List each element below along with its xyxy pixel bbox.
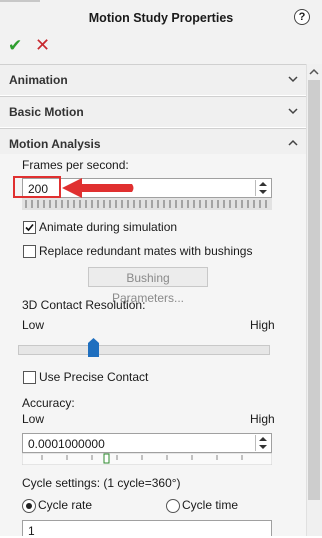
- bushing-parameters-button[interactable]: Bushing Parameters...: [88, 267, 208, 305]
- highlight-box: [13, 176, 61, 198]
- spinner-icon[interactable]: [255, 435, 270, 451]
- chevron-up-icon: [288, 139, 298, 146]
- cycle-time-label: Cycle time: [182, 498, 239, 512]
- checkmark-icon[interactable]: ✔: [8, 36, 22, 56]
- replace-mates-label: Replace redundant mates with bushings: [39, 244, 253, 258]
- section-animation-label: Animation: [9, 73, 68, 87]
- cycle-settings-label: Cycle settings: (1 cycle=360°): [22, 476, 181, 490]
- checkmark-icon: [25, 223, 34, 232]
- cycle-time-radio[interactable]: [166, 499, 180, 513]
- animate-label: Animate during simulation: [39, 220, 178, 234]
- section-animation[interactable]: Animation: [0, 64, 306, 95]
- replace-mates-checkbox[interactable]: [23, 245, 36, 258]
- section-basic-motion-label: Basic Motion: [9, 105, 84, 119]
- panel-title-bar: Motion Study Properties: [0, 0, 322, 36]
- animate-checkbox[interactable]: [23, 221, 36, 234]
- x-icon[interactable]: ✕: [35, 35, 50, 56]
- cycle-value-input[interactable]: 1: [22, 520, 272, 538]
- section-basic-motion[interactable]: Basic Motion: [0, 96, 306, 127]
- accuracy-high-label: High: [250, 412, 275, 426]
- section-motion-analysis-label: Motion Analysis: [9, 137, 101, 151]
- precise-contact-label: Use Precise Contact: [39, 370, 149, 384]
- precise-contact-checkbox[interactable]: [23, 371, 36, 384]
- accuracy-ruler: [22, 453, 272, 465]
- cycle-rate-radio[interactable]: [22, 499, 36, 513]
- fps-label: Frames per second:: [22, 158, 129, 172]
- chevron-down-icon: [288, 76, 298, 83]
- accuracy-input[interactable]: 0.0001000000: [22, 433, 272, 453]
- scroll-up-arrow-icon[interactable]: [306, 64, 322, 80]
- slider-thumb[interactable]: [87, 338, 100, 358]
- contact-resolution-slider[interactable]: [18, 345, 270, 355]
- red-arrow-icon: [62, 178, 134, 198]
- accuracy-low-label: Low: [22, 412, 45, 426]
- tab-indicator: [0, 0, 40, 2]
- spinner-icon[interactable]: [255, 180, 270, 196]
- help-icon[interactable]: ?: [294, 9, 310, 25]
- chevron-down-icon: [288, 108, 298, 115]
- contact-high-label: High: [250, 318, 275, 332]
- panel-title: Motion Study Properties: [88, 11, 234, 25]
- contact-low-label: Low: [22, 318, 45, 332]
- cycle-rate-label: Cycle rate: [38, 498, 93, 512]
- scrollbar-thumb[interactable]: [308, 80, 320, 500]
- accuracy-value: 0.0001000000: [28, 437, 105, 451]
- accuracy-label: Accuracy:: [22, 396, 75, 410]
- contact-resolution-label: 3D Contact Resolution:: [22, 298, 146, 312]
